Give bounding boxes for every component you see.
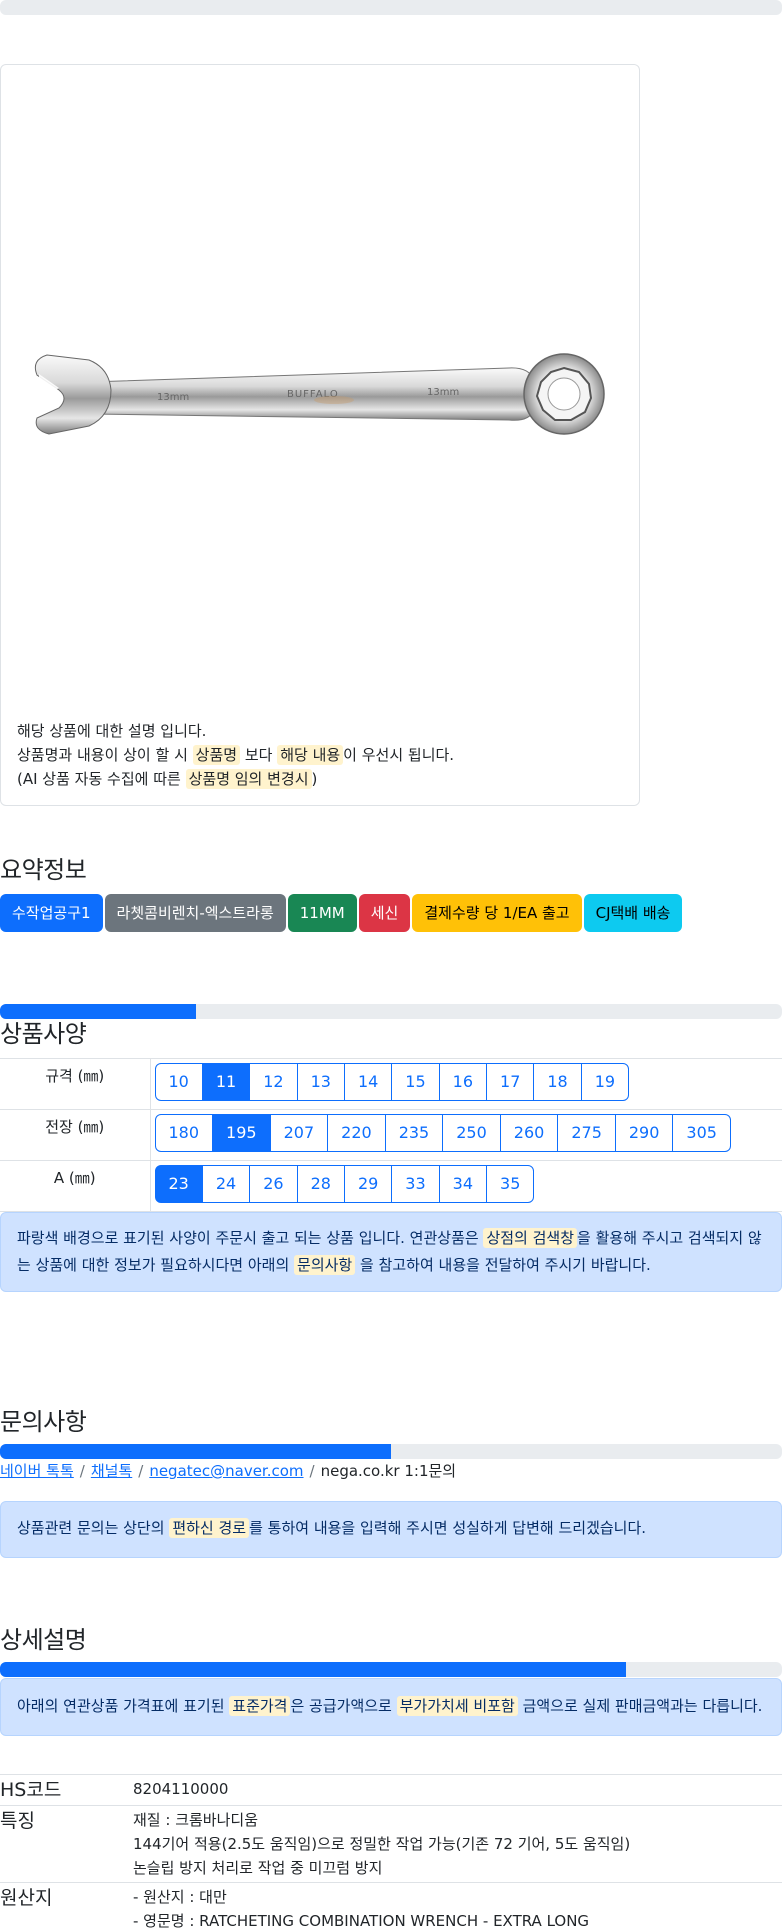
wrench-engraving-1: 13mm — [157, 392, 189, 403]
spec-option-button[interactable]: 305 — [672, 1114, 731, 1152]
spec-option-button[interactable]: 35 — [486, 1165, 535, 1203]
spec-progress — [0, 1004, 782, 1019]
description-line-3: (AI 상품 자동 수집에 따른 상품명 임의 변경시) — [17, 769, 318, 789]
spec-row-size: 규격 (㎜) 10 11 12 13 14 15 16 17 18 19 — [0, 1058, 782, 1110]
highlight-content: 해당 내용 — [277, 745, 344, 765]
spec-option-button[interactable]: 260 — [499, 1114, 559, 1152]
summary-title: 요약정보 — [0, 856, 87, 884]
spec-option-button[interactable]: 290 — [614, 1114, 674, 1152]
description-line-1: 해당 상품에 대한 설명 입니다. — [17, 722, 207, 740]
spec-option-button[interactable]: 28 — [296, 1165, 345, 1203]
spec-option-button[interactable]: 23 — [154, 1165, 203, 1203]
link-naver-talk[interactable]: 네이버 톡톡 — [0, 1462, 74, 1480]
spec-option-button[interactable]: 275 — [557, 1114, 616, 1152]
link-email[interactable]: negatec@naver.com — [149, 1462, 303, 1480]
info-value: 재질 : 크롬바나디움 144기어 적용(2.5도 움직임)으로 정밀한 작업 … — [133, 1805, 782, 1883]
spec-option-button[interactable]: 15 — [391, 1063, 440, 1101]
info-value: - 원산지 : 대만 - 영문명 : RATCHETING COMBINATIO… — [133, 1882, 782, 1932]
spec-option-button[interactable]: 180 — [154, 1114, 214, 1152]
spec-option-button[interactable]: 195 — [212, 1114, 271, 1152]
spec-option-button[interactable]: 207 — [269, 1114, 329, 1152]
highlight-inquiry: 문의사항 — [294, 1255, 356, 1275]
spec-option-button[interactable]: 29 — [343, 1165, 393, 1203]
highlight-vat-excluded: 부가가치세 비포함 — [396, 1696, 518, 1716]
spec-row-a: A (㎜) 23 24 26 28 29 33 34 35 — [0, 1160, 782, 1212]
spec-option-button[interactable]: 19 — [580, 1063, 630, 1101]
separator: / — [138, 1462, 144, 1480]
detail-progress — [0, 1662, 782, 1677]
spec-option-button[interactable]: 220 — [327, 1114, 386, 1152]
spec-option-button[interactable]: 12 — [249, 1063, 298, 1101]
spec-notice: 파랑색 배경으로 표기된 사양이 주문시 출고 되는 상품 입니다. 연관상품은… — [0, 1212, 782, 1292]
info-key: 특징 — [0, 1805, 133, 1883]
info-key: 원산지 — [0, 1882, 133, 1932]
highlight-standard-price: 표준가격 — [229, 1696, 291, 1716]
inquiry-notice: 상품관련 문의는 상단의 편하신 경로 를 통하여 내용을 입력해 주시면 성실하… — [0, 1501, 782, 1558]
spec-table: 규격 (㎜) 10 11 12 13 14 15 16 17 18 19 전장 (㎜) 180 19… — [0, 1058, 782, 1212]
spec-option-button[interactable]: 33 — [391, 1165, 440, 1203]
spec-option-button[interactable]: 250 — [442, 1114, 501, 1152]
spec-option-button[interactable]: 11 — [201, 1063, 251, 1101]
product-image-card: 13mm BUFFALO 13mm 해당 상품에 대한 설명 입니다. 상품명과… — [0, 64, 640, 806]
info-value: 8204110000 — [133, 1774, 782, 1806]
spec-option-button[interactable]: 17 — [486, 1063, 535, 1101]
highlight-preferred-route: 편하신 경로 — [169, 1518, 250, 1538]
wrench-engraving-3: 13mm — [427, 387, 459, 398]
badge-size: 11MM — [287, 894, 357, 932]
detail-info-table: HS코드 8204110000 특징 재질 : 크롬바나디움 144기어 적용(… — [0, 1774, 782, 1932]
info-key: HS코드 — [0, 1774, 133, 1806]
highlight-name-change: 상품명 임의 변경시 — [185, 769, 312, 789]
badge-category: 수작업공구1 — [0, 894, 103, 932]
spec-label: 전장 (㎜) — [0, 1109, 151, 1161]
spec-row-length: 전장 (㎜) 180 195 207 220 235 250 260 275 290 305 — [0, 1109, 782, 1161]
top-progress-bar — [0, 0, 782, 15]
spec-option-button[interactable]: 34 — [438, 1165, 488, 1203]
separator: / — [309, 1462, 315, 1480]
spec-option-button[interactable]: 10 — [154, 1063, 203, 1101]
highlight-product-name: 상품명 — [192, 745, 241, 765]
contact-links: 네이버 톡톡 / 채널톡 / negatec@naver.com / nega.co.kr … — [0, 1460, 456, 1481]
wrench-image: 13mm BUFFALO 13mm — [34, 353, 605, 435]
price-notice: 아래의 연관상품 가격표에 표기된 표준가격 은 공급가액으로 부가가치세 비포함… — [0, 1678, 782, 1736]
spec-label: 규격 (㎜) — [0, 1058, 151, 1110]
info-row-origin: 원산지 - 원산지 : 대만 - 영문명 : RATCHETING COMBIN… — [0, 1882, 782, 1932]
description-line-2: 상품명과 내용이 상이 할 시 상품명 보다 해당 내용 이 우선시 됩니다. — [17, 745, 455, 765]
badge-quantity: 결제수량 당 1/EA 출고 — [412, 894, 582, 932]
badge-shipping: CJ택배 배송 — [583, 894, 683, 932]
option-group-a: 23 24 26 28 29 33 34 35 — [154, 1165, 782, 1203]
inquiry-progress — [0, 1444, 782, 1459]
inquiry-title: 문의사항 — [0, 1408, 87, 1436]
spec-option-button[interactable]: 24 — [201, 1165, 251, 1203]
spec-option-button[interactable]: 18 — [533, 1063, 582, 1101]
spec-option-button[interactable]: 14 — [343, 1063, 393, 1101]
link-channel-talk[interactable]: 채널톡 — [91, 1462, 132, 1480]
info-row-features: 특징 재질 : 크롬바나디움 144기어 적용(2.5도 움직임)으로 정밀한 … — [0, 1805, 782, 1883]
highlight-store-search: 상점의 검색창 — [483, 1228, 578, 1248]
detail-title: 상세설명 — [0, 1626, 87, 1654]
info-row-hscode: HS코드 8204110000 — [0, 1774, 782, 1806]
site-inquiry-text: nega.co.kr 1:1문의 — [320, 1462, 457, 1480]
spec-label: A (㎜) — [0, 1160, 151, 1212]
spec-option-button[interactable]: 13 — [296, 1063, 345, 1101]
spec-option-button[interactable]: 26 — [249, 1165, 298, 1203]
summary-badges: 수작업공구1 라쳇콤비렌치-엑스트라롱 11MM 세신 결제수량 당 1/EA … — [0, 894, 683, 932]
spec-option-button[interactable]: 235 — [384, 1114, 444, 1152]
spec-option-button[interactable]: 16 — [438, 1063, 488, 1101]
option-group-length: 180 195 207 220 235 250 260 275 290 305 — [154, 1114, 782, 1152]
option-group-size: 10 11 12 13 14 15 16 17 18 19 — [154, 1063, 782, 1101]
spec-title: 상품사양 — [0, 1020, 87, 1048]
badge-product-type: 라쳇콤비렌치-엑스트라롱 — [104, 894, 286, 932]
product-description: 해당 상품에 대한 설명 입니다. 상품명과 내용이 상이 할 시 상품명 보다… — [17, 719, 454, 791]
separator: / — [79, 1462, 85, 1480]
badge-brand: 세신 — [358, 894, 411, 932]
